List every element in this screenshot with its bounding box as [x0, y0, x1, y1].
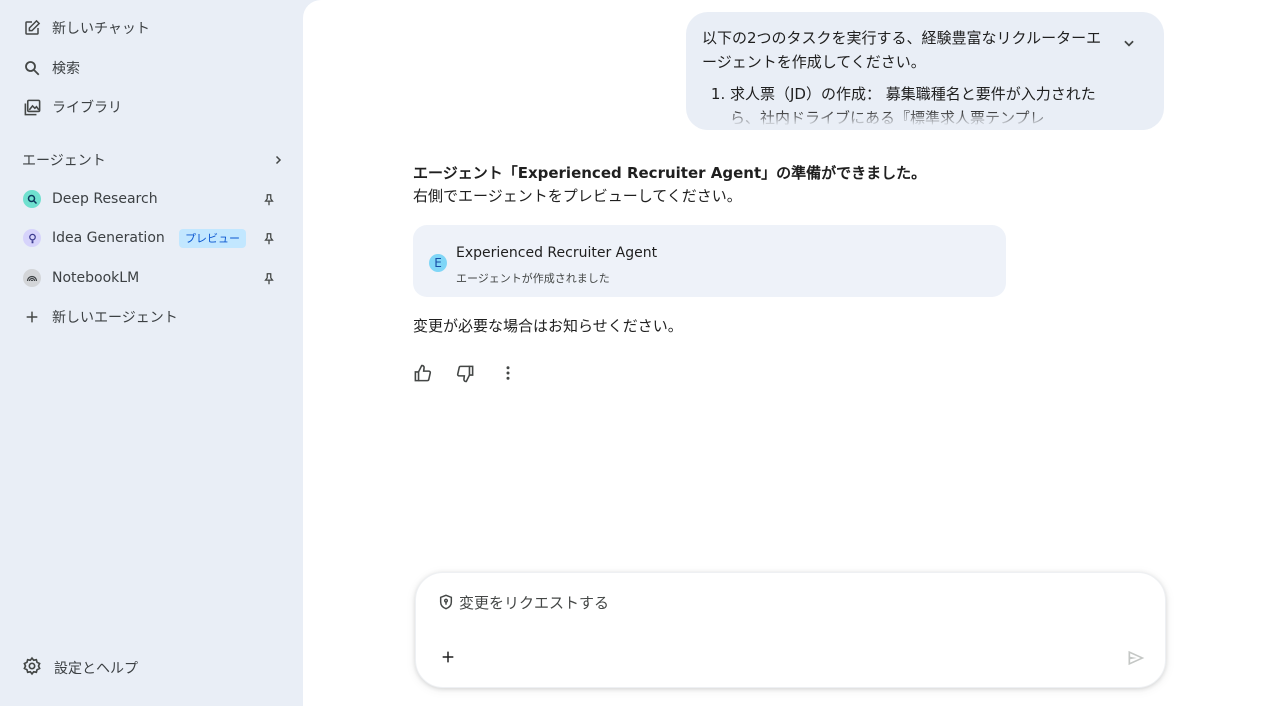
composer — [415, 572, 1166, 688]
sidebar-item-notebooklm[interactable]: NotebookLM — [0, 260, 290, 296]
new-agent-label: 新しいエージェント — [52, 310, 178, 326]
send-button[interactable] — [1125, 647, 1147, 669]
thumbs-up-icon — [414, 364, 431, 381]
agents-section-header[interactable]: エージェント — [22, 150, 284, 170]
pin-icon[interactable] — [262, 192, 276, 206]
library-icon — [22, 97, 42, 117]
thumbs-up-button[interactable] — [411, 362, 433, 384]
response-footer: 変更が必要な場合はお知らせください。 — [413, 317, 683, 335]
notebooklm-icon — [23, 269, 41, 287]
search-icon — [22, 58, 42, 78]
thumbs-down-button[interactable] — [454, 362, 476, 384]
idea-icon — [23, 229, 41, 247]
deep-research-icon — [23, 190, 41, 208]
request-change-input[interactable] — [459, 591, 1099, 615]
chevron-down-icon — [1122, 35, 1136, 54]
deep-research-icon-wrap — [22, 189, 42, 209]
response-title: エージェント「Experienced Recruiter Agent」の準備がで… — [413, 164, 927, 182]
plus-icon — [442, 651, 454, 663]
agents-section-title: エージェント — [22, 153, 106, 169]
expand-message-button[interactable] — [1117, 32, 1141, 56]
add-attachment-button[interactable] — [438, 647, 458, 667]
library-button[interactable]: ライブラリ — [0, 89, 290, 125]
agent-name: NotebookLM — [52, 270, 140, 286]
response-actions — [411, 362, 540, 384]
agent-card-name: Experienced Recruiter Agent — [456, 245, 658, 261]
send-icon — [1128, 650, 1145, 666]
search-button[interactable]: 検索 — [0, 50, 290, 86]
app-window: 新しいチャット 検索 ライブラリ エージェント Deep Research Id… — [0, 0, 1280, 706]
more-vert-icon — [506, 366, 510, 380]
response-subtitle: 右側でエージェントをプレビューしてください。 — [413, 187, 742, 205]
search-label: 検索 — [52, 61, 80, 77]
idea-icon-wrap — [22, 228, 42, 248]
chat-main: 以下の2つのタスクを実行する、経験豊富なリクルーターエージェントを作成してくださ… — [303, 0, 1280, 706]
agent-card[interactable]: E Experienced Recruiter Agent エージェントが作成さ… — [413, 225, 1006, 297]
user-message-text: 以下の2つのタスクを実行する、経験豊富なリクルーターエージェントを作成してくださ… — [702, 29, 1102, 71]
user-message-bubble: 以下の2つのタスクを実行する、経験豊富なリクルーターエージェントを作成してくださ… — [686, 12, 1164, 130]
agent-avatar: E — [429, 254, 447, 272]
new-chat-label: 新しいチャット — [52, 21, 150, 37]
sidebar: 新しいチャット 検索 ライブラリ エージェント Deep Research Id… — [0, 0, 303, 706]
agent-name: Deep Research — [52, 191, 158, 207]
settings-label: 設定とヘルプ — [54, 661, 138, 677]
agent-name: Idea Generation — [52, 230, 165, 246]
notebooklm-icon-wrap — [22, 268, 42, 288]
agent-card-status: エージェントが作成されました — [456, 272, 610, 285]
new-agent-button[interactable]: 新しいエージェント — [0, 299, 290, 335]
preview-badge: プレビュー — [179, 229, 246, 248]
settings-help-button[interactable]: 設定とヘルプ — [22, 656, 138, 680]
new-chat-button[interactable]: 新しいチャット — [0, 10, 290, 46]
shield-icon — [438, 594, 454, 610]
more-options-button[interactable] — [497, 362, 519, 384]
plus-icon — [22, 307, 42, 327]
library-label: ライブラリ — [52, 100, 122, 116]
thumbs-down-icon — [456, 365, 473, 382]
chevron-right-icon — [272, 151, 284, 170]
sidebar-item-idea-generation[interactable]: Idea Generation プレビュー — [0, 220, 290, 256]
gear-icon — [22, 656, 42, 680]
sidebar-item-deep-research[interactable]: Deep Research — [0, 181, 290, 217]
pin-icon[interactable] — [262, 231, 276, 245]
compose-icon — [22, 18, 42, 38]
bubble-fade — [686, 110, 1164, 130]
pin-icon[interactable] — [262, 271, 276, 285]
